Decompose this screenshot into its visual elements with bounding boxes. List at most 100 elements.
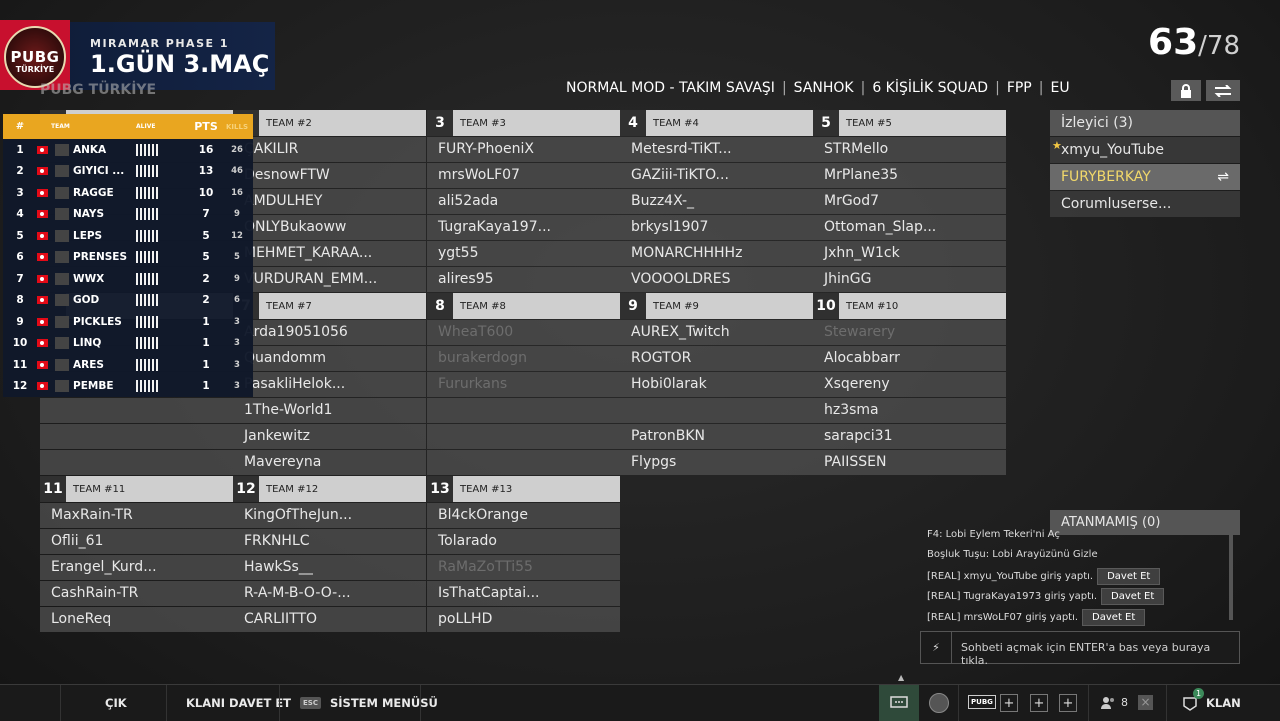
player-slot[interactable]: RaMaZoTTi55 [427, 555, 620, 580]
player-slot[interactable]: STRMello [813, 137, 1006, 162]
pubg-badge-icon[interactable]: PUBG [968, 695, 996, 709]
player-slot[interactable]: burakerdogn [427, 346, 620, 371]
team-header[interactable]: 5 TEAM #5 [813, 110, 1006, 136]
player-slot[interactable]: MEHMET_KARAA... [233, 241, 426, 266]
player-slot[interactable]: Jankewitz [233, 424, 426, 449]
player-slot[interactable]: mrsWoLF07 [427, 163, 620, 188]
player-slot[interactable]: Flypgs [620, 450, 813, 475]
clan-button[interactable]: KLAN [1206, 685, 1241, 721]
player-slot[interactable] [40, 450, 233, 475]
add-friend-slot-3[interactable]: + [1059, 694, 1077, 712]
team-header[interactable]: 10 TEAM #10 [813, 293, 1006, 319]
player-slot[interactable]: CARLIITTO [233, 607, 426, 632]
player-slot[interactable]: MrGod7 [813, 189, 1006, 214]
player-slot[interactable]: HawkSs__ [233, 555, 426, 580]
player-slot[interactable]: ROGTOR [620, 346, 813, 371]
chat-scrollbar[interactable] [1229, 535, 1233, 620]
player-slot[interactable]: LoneReq [40, 607, 233, 632]
player-slot[interactable]: alires95 [427, 267, 620, 292]
player-slot[interactable] [40, 424, 233, 449]
player-slot[interactable]: Metesrd-TiKT... [620, 137, 813, 162]
player-slot[interactable]: Ottoman_Slap... [813, 215, 1006, 240]
player-slot[interactable]: CashRain-TR [40, 581, 233, 606]
team-header[interactable]: 9 TEAM #9 [620, 293, 813, 319]
quit-button[interactable]: ÇIK [105, 685, 127, 721]
team-header[interactable]: 7TEAM #7 [233, 293, 426, 319]
add-friend-slot-1[interactable]: + [1000, 694, 1018, 712]
invite-button[interactable]: Davet Et [1082, 609, 1146, 626]
player-slot[interactable]: AUREX_Twitch [620, 320, 813, 345]
chat-toggle-button[interactable] [879, 685, 919, 721]
avatar-icon[interactable] [929, 693, 949, 713]
player-slot[interactable]: Xsqereny [813, 372, 1006, 397]
player-slot[interactable]: Arda19051056 [233, 320, 426, 345]
swap-button[interactable] [1206, 80, 1240, 101]
spectator-item[interactable]: ★ xmyu_YouTube [1050, 137, 1240, 163]
player-slot[interactable] [427, 398, 620, 423]
player-slot[interactable] [427, 450, 620, 475]
invite-clan-button[interactable]: KLANI DAVET ET [186, 685, 291, 721]
player-slot[interactable]: Buzz4X-_ [620, 189, 813, 214]
player-slot[interactable]: Tolarado [427, 529, 620, 554]
player-slot[interactable]: Fururkans [427, 372, 620, 397]
player-slot[interactable]: brkysl1907 [620, 215, 813, 240]
team-header[interactable]: 11 TEAM #11 [40, 476, 233, 502]
spectator-item[interactable]: FURYBERKAY ⇌ [1050, 164, 1240, 190]
team-header[interactable]: 13 TEAM #13 [427, 476, 620, 502]
team-header[interactable]: 3 TEAM #3 [427, 110, 620, 136]
player-slot[interactable]: WheaT600 [427, 320, 620, 345]
team-header[interactable]: 2TEAM #2 [233, 110, 426, 136]
lock-button[interactable] [1171, 80, 1201, 101]
player-slot[interactable]: 1The-World1 [233, 398, 426, 423]
player-slot[interactable]: GAZiii-TiKTO... [620, 163, 813, 188]
swap-icon[interactable]: ⇌ [1217, 164, 1229, 190]
team-header[interactable]: 4 TEAM #4 [620, 110, 813, 136]
invite-button[interactable]: Davet Et [1101, 588, 1165, 605]
player-slot[interactable]: DesnowFTW [233, 163, 426, 188]
invite-button[interactable]: Davet Et [1097, 568, 1161, 585]
player-slot[interactable]: VURDURAN_EMM... [233, 267, 426, 292]
player-slot[interactable]: ali52ada [427, 189, 620, 214]
player-slot[interactable]: Erangel_Kurd... [40, 555, 233, 580]
team-header[interactable]: 8 TEAM #8 [427, 293, 620, 319]
player-slot[interactable]: VOOOOLDRES [620, 267, 813, 292]
player-slot[interactable]: ONLYBukaoww [233, 215, 426, 240]
player-slot[interactable]: Alocabbarr [813, 346, 1006, 371]
lightning-icon[interactable]: ⚡ [921, 632, 952, 663]
player-slot[interactable]: MONARCHHHHz [620, 241, 813, 266]
system-menu-button[interactable]: ESC SİSTEM MENÜSÜ [300, 685, 438, 721]
friends-icon[interactable] [1100, 695, 1116, 711]
player-slot[interactable]: Bl4ckOrange [427, 503, 620, 528]
player-slot[interactable]: KingOfTheJun... [233, 503, 426, 528]
player-slot[interactable]: Jxhn_W1ck [813, 241, 1006, 266]
player-slot[interactable]: IsThatCaptai... [427, 581, 620, 606]
player-slot[interactable] [40, 398, 233, 423]
player-slot[interactable]: sarapci31 [813, 424, 1006, 449]
player-slot[interactable]: ÇAKILIR [233, 137, 426, 162]
player-slot[interactable]: AMDULHEY [233, 189, 426, 214]
player-slot[interactable]: PatronBKN [620, 424, 813, 449]
player-slot[interactable]: R-A-M-B-O-O-... [233, 581, 426, 606]
player-slot[interactable]: MrPlane35 [813, 163, 1006, 188]
spectator-item[interactable]: Corumluserse... [1050, 191, 1240, 217]
chat-input[interactable]: ⚡ Sohbeti açmak için ENTER'a bas veya bu… [920, 631, 1240, 667]
player-slot[interactable]: poLLHD [427, 607, 620, 632]
player-slot[interactable]: PasakliHelok... [233, 372, 426, 397]
player-slot[interactable]: MaxRain-TR [40, 503, 233, 528]
player-slot[interactable]: Stewarery [813, 320, 1006, 345]
player-slot[interactable]: FRKNHLC [233, 529, 426, 554]
player-slot[interactable]: JhinGG [813, 267, 1006, 292]
spectator-header[interactable]: İzleyici (3) [1050, 110, 1240, 136]
player-slot[interactable] [427, 424, 620, 449]
player-slot[interactable]: PAIISSEN [813, 450, 1006, 475]
player-slot[interactable]: TugraKaya197... [427, 215, 620, 240]
close-icon[interactable]: × [1138, 695, 1153, 710]
player-slot[interactable]: ygt55 [427, 241, 620, 266]
player-slot[interactable] [620, 398, 813, 423]
player-slot[interactable]: hz3sma [813, 398, 1006, 423]
player-slot[interactable]: FURY-PhoeniX [427, 137, 620, 162]
player-slot[interactable]: Hobi0larak [620, 372, 813, 397]
player-slot[interactable]: Oflii_61 [40, 529, 233, 554]
team-header[interactable]: 12 TEAM #12 [233, 476, 426, 502]
add-friend-slot-2[interactable]: + [1030, 694, 1048, 712]
